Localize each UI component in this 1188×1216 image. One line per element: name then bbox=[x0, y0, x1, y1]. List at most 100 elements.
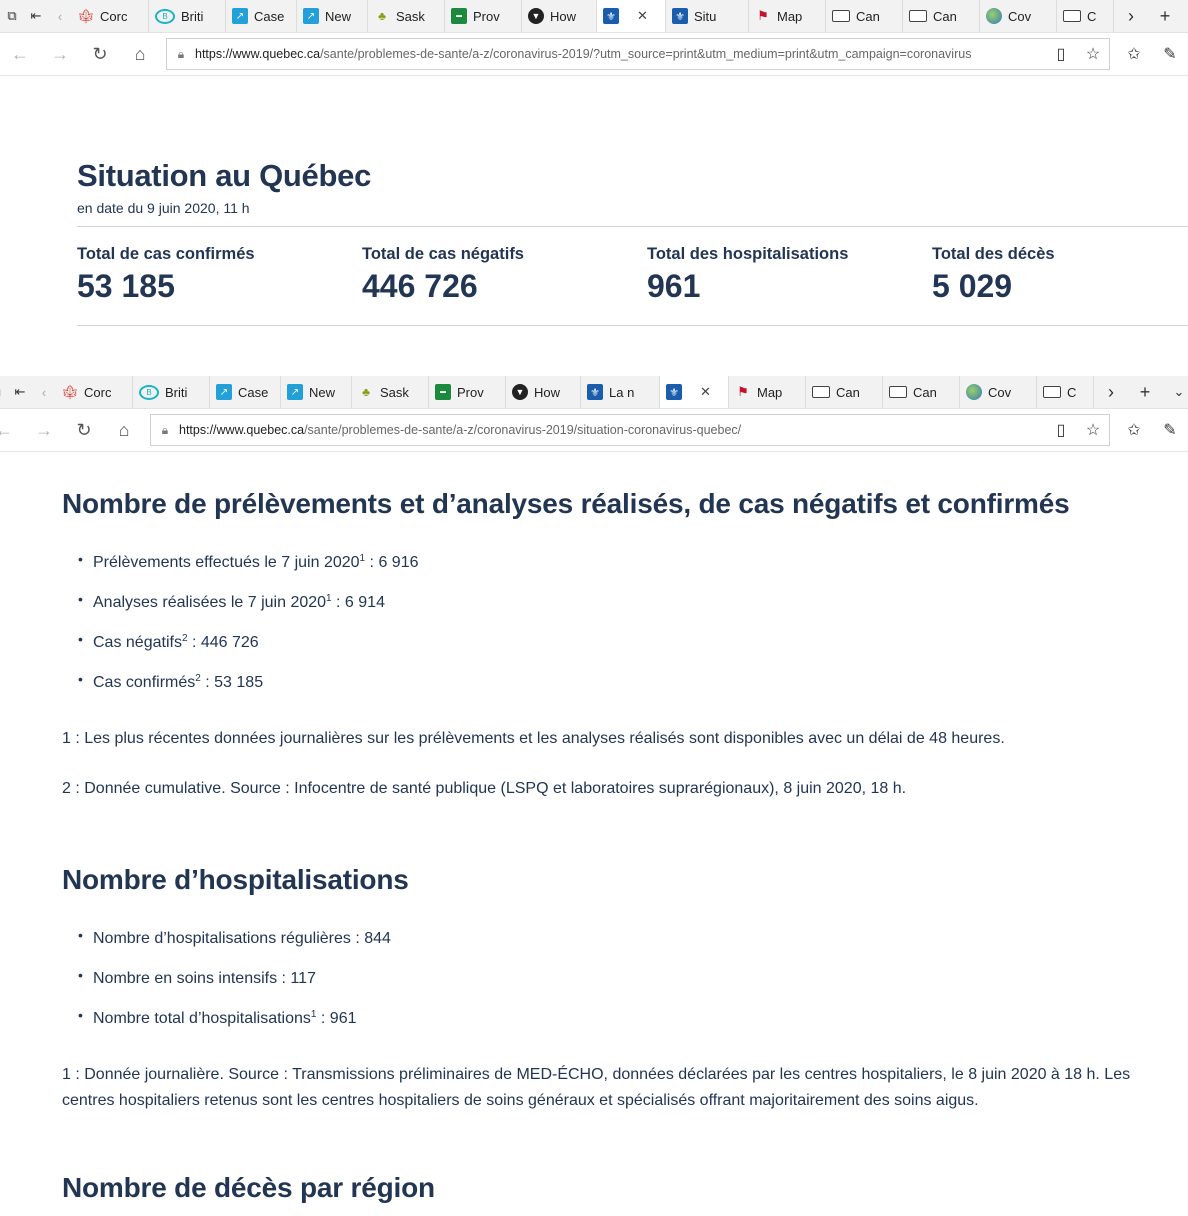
tab-label: Can bbox=[836, 384, 860, 400]
home-button[interactable]: ⌂ bbox=[120, 33, 160, 75]
scroll-left-icon[interactable]: ‹ bbox=[32, 376, 56, 408]
tab-10[interactable]: Can bbox=[826, 0, 903, 32]
list-item: Prélèvements effectués le 7 juin 20201 :… bbox=[78, 544, 1188, 584]
tab-5[interactable]: ▬ Prov bbox=[445, 0, 522, 32]
address-bar: ← → ↻ ⌂ 🔒︎ https://www.quebec.ca/sante/p… bbox=[0, 409, 1188, 452]
tab-8[interactable]: ⚜ ✕ bbox=[660, 376, 729, 408]
globe-icon bbox=[966, 384, 982, 400]
tab-label: New bbox=[309, 384, 336, 400]
web-note-icon[interactable]: ✎ bbox=[1152, 409, 1188, 451]
tab-strip: 🍁︎ Corc B Briti ↗ Case ↗ New ♣ Sask ▬ Prov ▼ How ⚜ La n… bbox=[56, 376, 1094, 408]
tab-13[interactable]: C bbox=[1037, 376, 1094, 408]
sask-icon: ♣ bbox=[362, 385, 370, 399]
scroll-right-icon[interactable]: › bbox=[1094, 376, 1128, 408]
section-heading: Nombre de décès par région bbox=[62, 1172, 435, 1203]
home-button[interactable]: ⌂ bbox=[104, 409, 144, 451]
quebec-icon: ⚜ bbox=[603, 8, 619, 24]
list-item: Cas négatifs2 : 446 726 bbox=[78, 624, 1188, 664]
set-aside-tabs-icon[interactable]: ⇤ bbox=[8, 376, 32, 408]
tab-7[interactable]: ⚜ La n bbox=[581, 376, 660, 408]
url-field[interactable]: 🔒︎ https://www.quebec.ca/sante/problemes… bbox=[166, 38, 1110, 70]
tab-4[interactable]: ♣ Sask bbox=[352, 376, 429, 408]
tab-10[interactable]: Can bbox=[806, 376, 883, 408]
forward-button[interactable]: → bbox=[40, 33, 80, 75]
back-button[interactable]: ← bbox=[0, 409, 24, 451]
tab-12[interactable]: Cov bbox=[980, 0, 1057, 32]
favorites-list-icon[interactable]: ✩ bbox=[1116, 33, 1152, 75]
bc-icon: B bbox=[155, 8, 175, 24]
dark-circle-icon: ▼ bbox=[512, 384, 528, 400]
stat-hospitalizations: Total des hospitalisations 961 bbox=[647, 245, 848, 305]
tab-6[interactable]: ▼ How bbox=[506, 376, 581, 408]
tab-7[interactable]: ⚜ ✕ bbox=[597, 0, 666, 32]
reading-view-icon[interactable]: ▯ bbox=[1045, 44, 1077, 64]
dark-circle-icon: ▼ bbox=[528, 8, 544, 24]
stat-label: Total des hospitalisations bbox=[647, 245, 849, 263]
reading-view-icon[interactable]: ▯ bbox=[1045, 420, 1077, 440]
tab-1[interactable]: B Briti bbox=[133, 376, 210, 408]
maple-leaf-icon: 🍁︎ bbox=[61, 383, 79, 400]
tab-preview-chevron-icon[interactable]: ⌄ bbox=[1182, 0, 1188, 32]
tab-13[interactable]: C bbox=[1057, 0, 1114, 32]
stat-deaths: Total des décès 5 029 bbox=[932, 245, 1055, 305]
list-item: Nombre total d’hospitalisations1 : 961 bbox=[78, 1000, 1188, 1040]
page-content: Nombre de prélèvements et d’analyses réa… bbox=[0, 452, 1188, 1204]
url-field[interactable]: 🔒︎ https://www.quebec.ca/sante/problemes… bbox=[150, 414, 1110, 446]
web-note-icon[interactable]: ✎ bbox=[1152, 33, 1188, 75]
tab-9[interactable]: ⚑ Map bbox=[729, 376, 806, 408]
scroll-left-icon[interactable]: ‹ bbox=[48, 0, 72, 32]
favorites-list-icon[interactable]: ✩ bbox=[1116, 409, 1152, 451]
window-icon bbox=[889, 386, 907, 398]
tab-3[interactable]: ↗ New bbox=[297, 0, 368, 32]
tab-3[interactable]: ↗ New bbox=[281, 376, 352, 408]
close-tab-icon[interactable]: ✕ bbox=[637, 8, 648, 24]
tab-actions-icon[interactable]: ⧉ bbox=[0, 0, 24, 32]
favorite-star-icon[interactable]: ☆ bbox=[1077, 420, 1109, 440]
window-icon bbox=[1043, 386, 1061, 398]
tab-0[interactable]: 🍁︎ Corc bbox=[56, 376, 133, 408]
tab-12[interactable]: Cov bbox=[960, 376, 1037, 408]
new-tab-button[interactable]: + bbox=[1128, 376, 1162, 408]
chart-icon: ↗ bbox=[287, 384, 303, 400]
tab-6[interactable]: ▼ How bbox=[522, 0, 597, 32]
stat-value: 446 726 bbox=[362, 268, 478, 304]
forward-button[interactable]: → bbox=[24, 409, 64, 451]
new-tab-button[interactable]: + bbox=[1148, 0, 1182, 32]
tab-label: Can bbox=[913, 384, 937, 400]
tests-list: Prélèvements effectués le 7 juin 20201 :… bbox=[62, 544, 1188, 704]
tab-2[interactable]: ↗ Case bbox=[226, 0, 297, 32]
tab-label: Case bbox=[254, 8, 285, 24]
tab-label: Cov bbox=[988, 384, 1012, 400]
tab-8[interactable]: ⚜ Situ bbox=[666, 0, 749, 32]
scroll-right-icon[interactable]: › bbox=[1114, 0, 1148, 32]
tab-preview-chevron-icon[interactable]: ⌄ bbox=[1162, 376, 1188, 408]
tab-9[interactable]: ⚑ Map bbox=[749, 0, 826, 32]
close-tab-icon[interactable]: ✕ bbox=[700, 384, 711, 400]
globe-icon bbox=[986, 8, 1002, 24]
tab-1[interactable]: B Briti bbox=[149, 0, 226, 32]
tab-2[interactable]: ↗ Case bbox=[210, 376, 281, 408]
favorite-star-icon[interactable]: ☆ bbox=[1077, 44, 1109, 64]
list-item: Cas confirmés2 : 53 185 bbox=[78, 664, 1188, 704]
red-icon: ⚑ bbox=[737, 384, 749, 399]
back-button[interactable]: ← bbox=[0, 33, 40, 75]
tab-11[interactable]: Can bbox=[883, 376, 960, 408]
tab-label: Briti bbox=[165, 384, 188, 400]
hospitalizations-list: Nombre d’hospitalisations régulières : 8… bbox=[62, 920, 1188, 1040]
tab-0[interactable]: 🍁︎ Corc bbox=[72, 0, 149, 32]
bc-icon: B bbox=[139, 384, 159, 400]
tab-5[interactable]: ▬ Prov bbox=[429, 376, 506, 408]
stat-value: 5 029 bbox=[932, 268, 1013, 304]
tab-actions-icon[interactable]: ⧉ bbox=[0, 376, 8, 408]
stats-row: Total de cas confirmés 53 185 Total de c… bbox=[77, 226, 1188, 326]
tab-11[interactable]: Can bbox=[903, 0, 980, 32]
tab-4[interactable]: ♣ Sask bbox=[368, 0, 445, 32]
refresh-button[interactable]: ↻ bbox=[80, 33, 120, 75]
footnote: 2 : Donnée cumulative. Source : Infocent… bbox=[62, 780, 907, 797]
list-item: Nombre d’hospitalisations régulières : 8… bbox=[78, 920, 1188, 960]
set-aside-tabs-icon[interactable]: ⇤ bbox=[24, 0, 48, 32]
maple-leaf-icon: 🍁︎ bbox=[77, 7, 95, 24]
tab-label: Corc bbox=[100, 8, 128, 24]
refresh-button[interactable]: ↻ bbox=[64, 409, 104, 451]
tab-label: C bbox=[1087, 8, 1097, 24]
